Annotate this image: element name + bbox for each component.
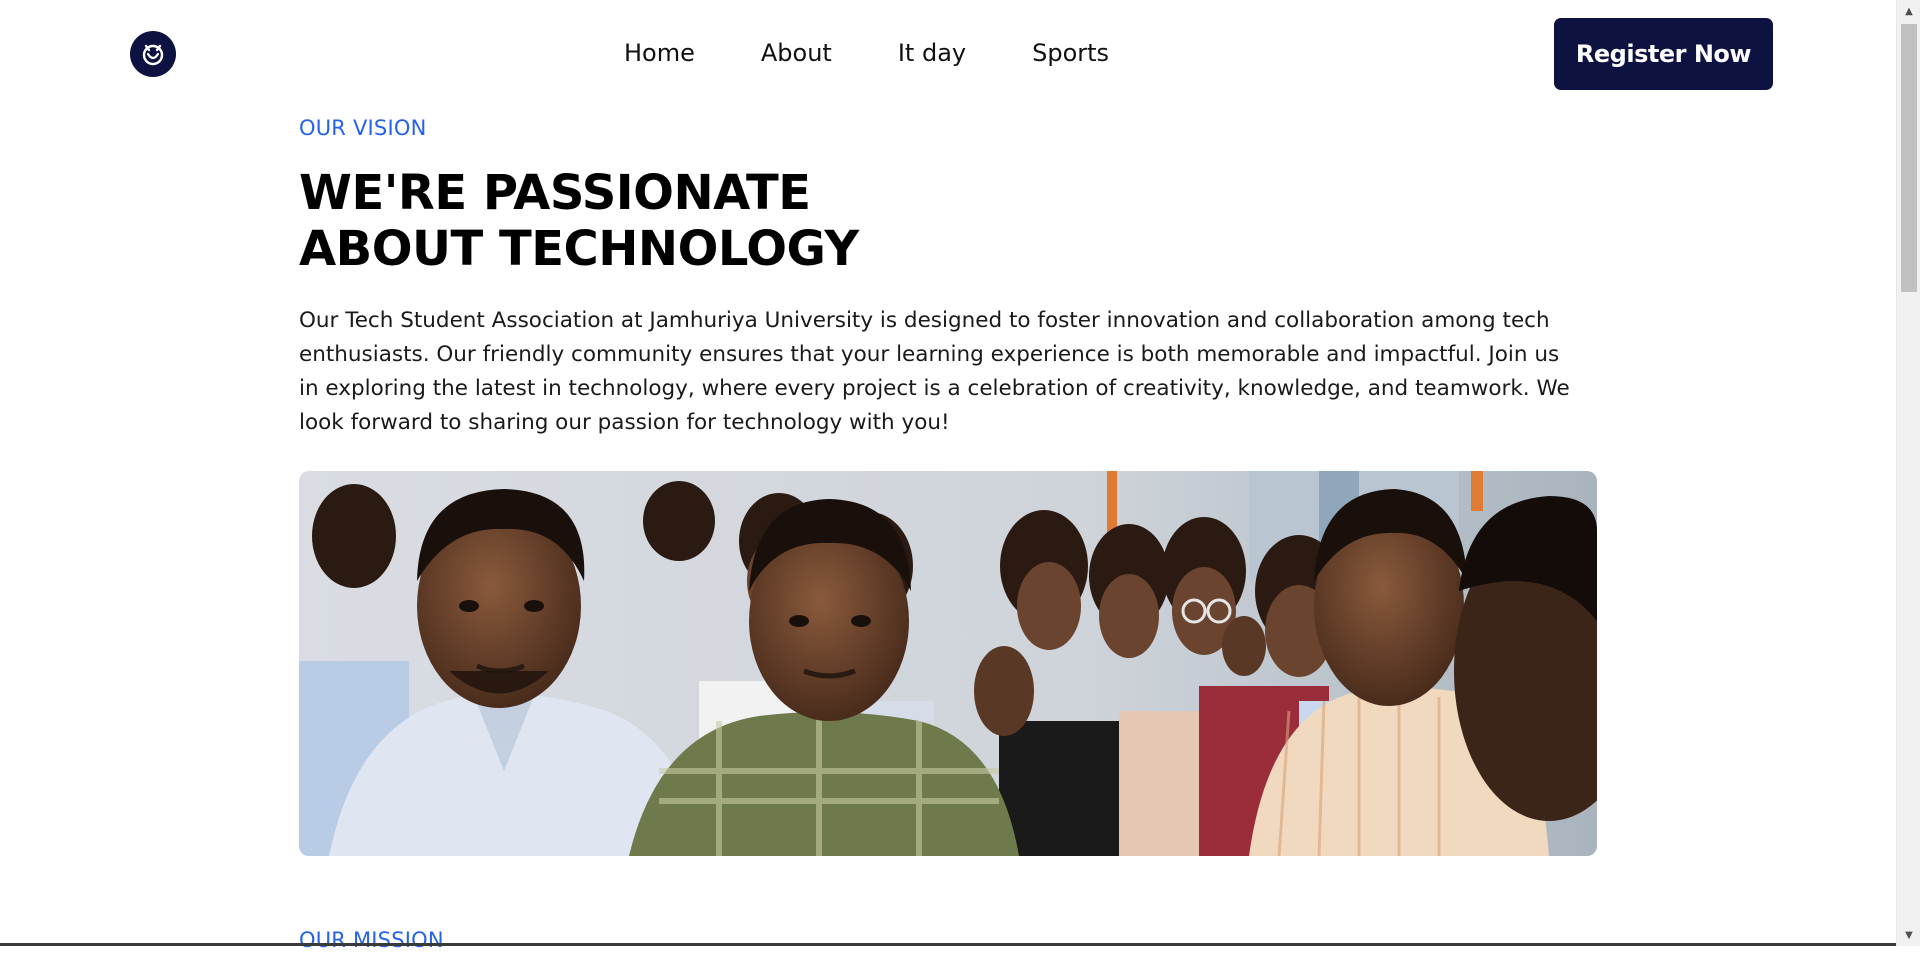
vision-headline: WE'RE PASSIONATE ABOUT TECHNOLOGY	[299, 165, 1597, 277]
scroll-up-arrow-icon[interactable]: ▲	[1897, 0, 1920, 22]
vision-section: OUR VISION WE'RE PASSIONATE ABOUT TECHNO…	[299, 106, 1597, 440]
site-logo[interactable]	[130, 31, 176, 77]
site-header: Home About It day Sports Register Now	[0, 0, 1896, 106]
scroll-down-arrow-icon[interactable]: ▼	[1897, 924, 1920, 946]
mission-eyebrow: OUR MISSION	[299, 928, 444, 952]
students-photo	[299, 471, 1597, 856]
nav-about[interactable]: About	[761, 36, 832, 70]
page-scrollbar[interactable]: ▲ ▼	[1896, 0, 1920, 946]
vision-body: Our Tech Student Association at Jamhuriy…	[299, 308, 1570, 435]
nav-home[interactable]: Home	[624, 36, 695, 70]
register-now-button[interactable]: Register Now	[1554, 18, 1773, 90]
headline-line-1: WE'RE PASSIONATE	[299, 165, 811, 221]
owl-logo-icon	[142, 44, 164, 66]
scroll-thumb[interactable]	[1901, 24, 1917, 292]
vision-eyebrow: OUR VISION	[299, 116, 427, 140]
students-audience-image	[299, 471, 1597, 856]
nav-sports[interactable]: Sports	[1032, 36, 1109, 70]
nav-it-day[interactable]: It day	[898, 36, 966, 70]
main-nav: Home About It day Sports	[624, 36, 1109, 70]
headline-line-2: ABOUT TECHNOLOGY	[299, 221, 859, 277]
